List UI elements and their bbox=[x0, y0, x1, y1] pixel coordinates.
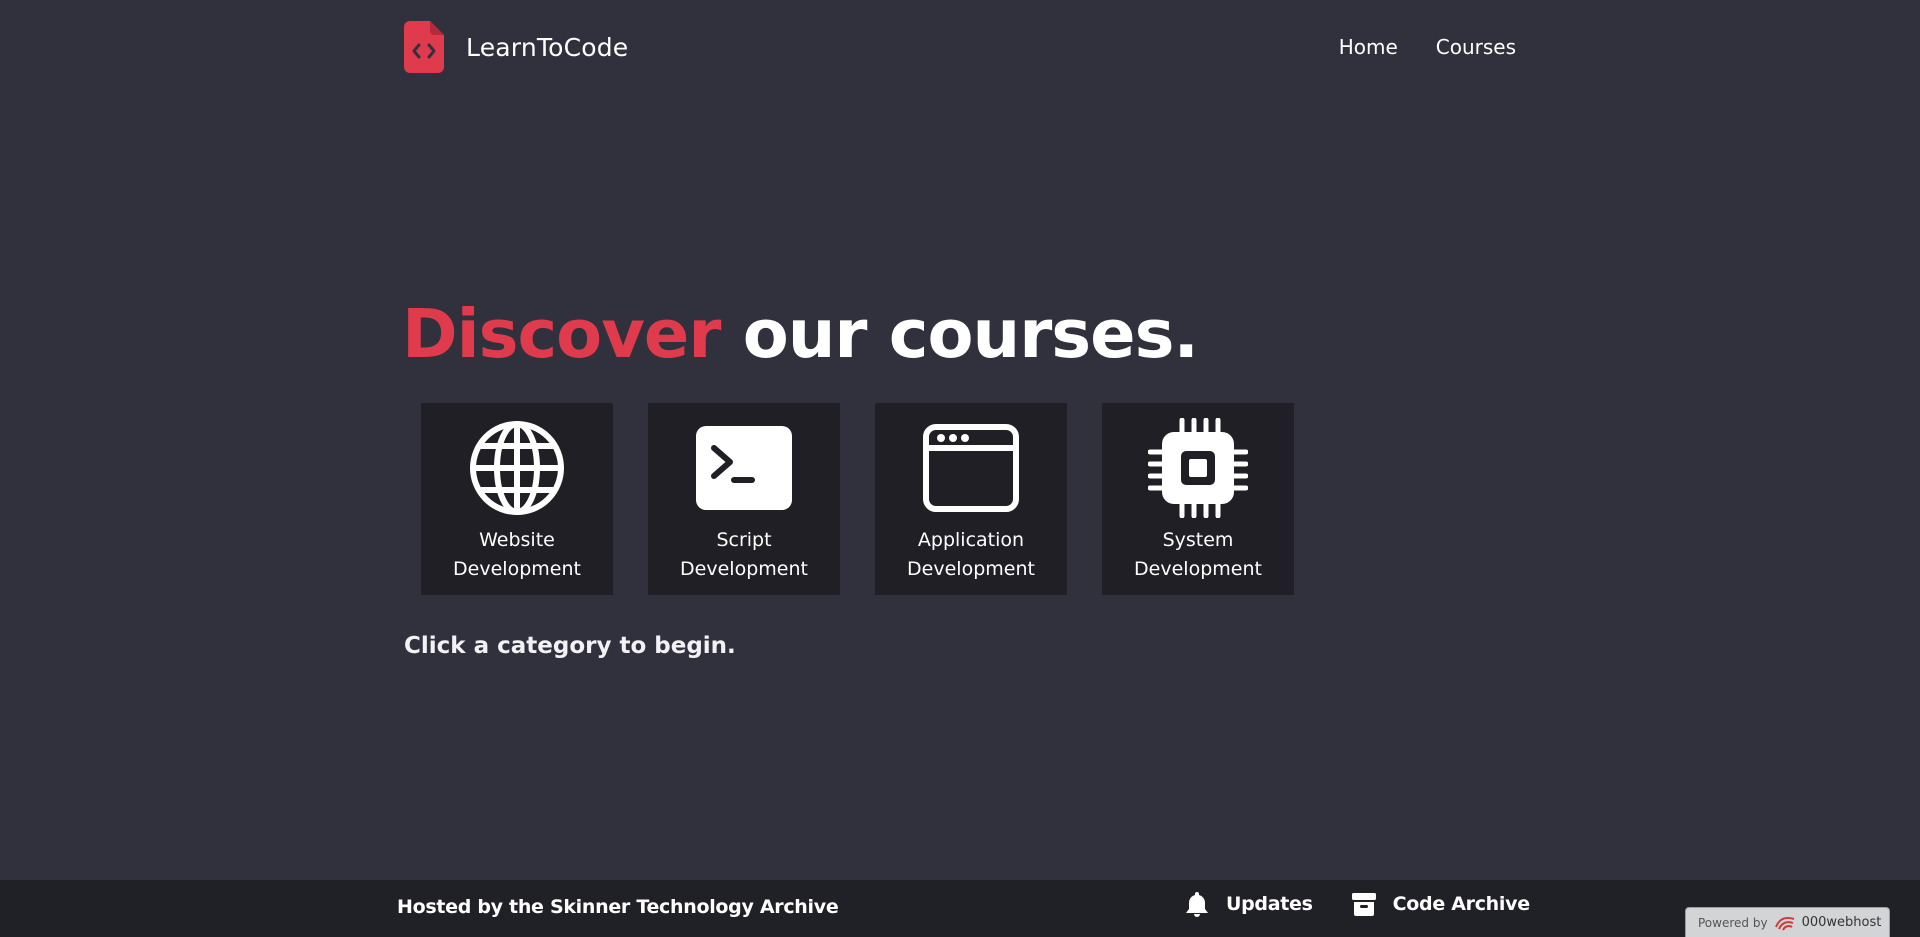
brand-link[interactable]: LearnToCode bbox=[404, 21, 628, 73]
footer-code-archive-link[interactable]: Code Archive bbox=[1351, 890, 1530, 918]
hero-accent-word: Discover bbox=[402, 295, 721, 373]
footer-code-archive-label: Code Archive bbox=[1392, 893, 1530, 915]
course-card-label: Application Development bbox=[907, 529, 1035, 580]
terminal-icon bbox=[696, 426, 792, 510]
webhost-logo-icon bbox=[1774, 916, 1794, 931]
app-window-icon bbox=[923, 424, 1019, 512]
globe-icon bbox=[470, 421, 564, 515]
footer-host-text: Hosted by the Skinner Technology Archive bbox=[397, 896, 839, 918]
category-hint: Click a category to begin. bbox=[404, 633, 736, 659]
archive-box-icon bbox=[1351, 893, 1376, 916]
brand-name: LearnToCode bbox=[466, 32, 629, 62]
main-nav: Home Courses bbox=[1339, 35, 1516, 59]
footer-updates-label: Updates bbox=[1226, 893, 1313, 915]
bell-icon bbox=[1186, 892, 1208, 917]
powered-by-label: Powered by bbox=[1698, 915, 1768, 930]
nav-courses-link[interactable]: Courses bbox=[1436, 35, 1516, 59]
page: LearnToCode Home Courses Discover our co… bbox=[0, 0, 1920, 937]
course-card-system[interactable]: System Development bbox=[1102, 403, 1294, 595]
site-header: LearnToCode Home Courses bbox=[404, 20, 1516, 74]
hero-rest-text: our courses. bbox=[742, 295, 1199, 373]
course-card-website[interactable]: Website Development bbox=[421, 403, 613, 595]
course-card-label: Website Development bbox=[453, 529, 581, 580]
code-file-icon bbox=[404, 21, 444, 73]
nav-home-link[interactable]: Home bbox=[1339, 35, 1398, 59]
site-footer: Hosted by the Skinner Technology Archive… bbox=[0, 880, 1920, 937]
course-category-list: Website Development Script Development A… bbox=[421, 403, 1294, 595]
powered-by-badge[interactable]: Powered by 000webhost bbox=[1685, 907, 1890, 937]
course-card-label: Script Development bbox=[680, 529, 808, 580]
cpu-chip-icon bbox=[1148, 418, 1248, 518]
footer-updates-link[interactable]: Updates bbox=[1184, 890, 1313, 918]
course-card-application[interactable]: Application Development bbox=[875, 403, 1067, 595]
powered-by-name: 000webhost bbox=[1801, 915, 1882, 930]
hero-heading: Discover our courses. bbox=[402, 292, 1199, 376]
course-card-script[interactable]: Script Development bbox=[648, 403, 840, 595]
footer-links: Updates Code Archive bbox=[1184, 890, 1530, 918]
course-card-label: System Development bbox=[1134, 529, 1262, 580]
